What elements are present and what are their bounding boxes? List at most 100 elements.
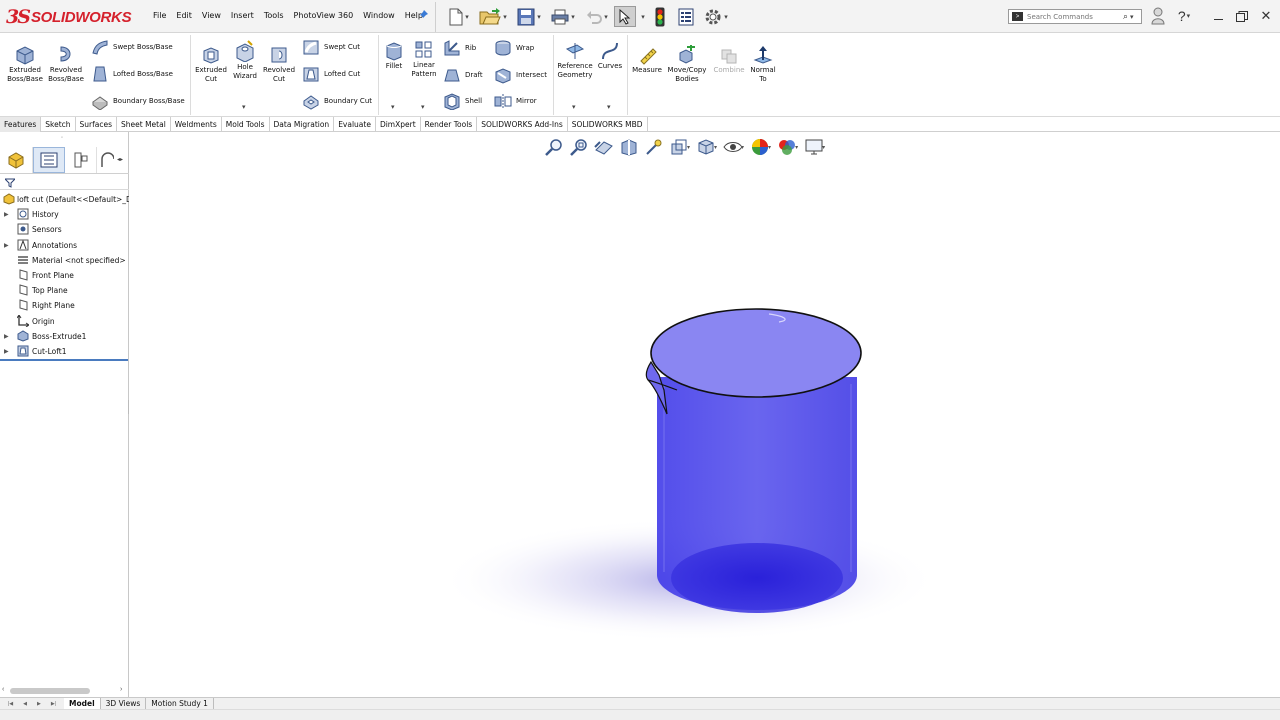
menu-tools[interactable]: Tools	[259, 11, 289, 20]
scroll-thumb[interactable]	[10, 688, 90, 694]
first-tab-icon[interactable]: |◀	[8, 701, 13, 707]
tab-3d-views[interactable]: 3D Views	[101, 698, 147, 709]
tab-sheet-metal[interactable]: Sheet Metal	[117, 117, 171, 132]
tab-data-migration[interactable]: Data Migration	[270, 117, 335, 132]
new-document-button[interactable]: ▾	[446, 6, 472, 27]
expand-arrow-icon[interactable]: ▶	[4, 242, 9, 249]
menu-view[interactable]: View	[197, 11, 226, 20]
pin-menu-icon[interactable]	[418, 10, 428, 23]
tree-item-origin[interactable]: Origin	[0, 313, 129, 329]
search-icon[interactable]: ⌕	[1123, 11, 1128, 22]
expand-arrow-icon[interactable]: ▶	[4, 348, 9, 355]
restore-button[interactable]	[1232, 8, 1252, 24]
panel-horizontal-scrollbar[interactable]: ‹ ›	[0, 686, 129, 697]
tree-item-history[interactable]: ▶ History	[0, 207, 129, 222]
rebuild-button[interactable]	[650, 6, 670, 27]
print-button[interactable]: ▾	[548, 6, 578, 27]
tab-features[interactable]: Features	[0, 117, 42, 132]
search-dropdown-icon[interactable]: ▾	[1130, 13, 1134, 21]
hole-wizard-button[interactable]: Hole Wizard	[229, 40, 261, 80]
tree-item-sensors[interactable]: Sensors	[0, 222, 129, 237]
menu-insert[interactable]: Insert	[226, 11, 259, 20]
revolved-boss-button[interactable]: Revolved Boss/Base	[46, 43, 86, 83]
select-button[interactable]	[614, 6, 636, 27]
hole-wizard-dropdown[interactable]: ▾	[242, 103, 246, 111]
swept-cut-button[interactable]: Swept Cut	[302, 38, 360, 56]
mirror-button[interactable]: Mirror	[494, 92, 537, 110]
intersect-button[interactable]: Intersect	[494, 66, 547, 84]
tree-item-cut-loft[interactable]: ▶ Cut-Loft1	[0, 344, 129, 359]
feature-manager-tab[interactable]	[0, 146, 33, 173]
tree-item-right-plane[interactable]: Right Plane	[0, 298, 129, 313]
expand-arrow-icon[interactable]: ▶	[4, 333, 9, 340]
configuration-manager-tab[interactable]	[65, 146, 97, 173]
reference-geometry-dropdown[interactable]: ▾	[572, 103, 576, 111]
tab-solidworks-mbd[interactable]: SOLIDWORKS MBD	[568, 117, 648, 132]
select-dropdown[interactable]: ▾	[637, 6, 647, 27]
draft-button[interactable]: Draft	[443, 66, 483, 84]
lofted-boss-button[interactable]: Lofted Boss/Base	[91, 65, 173, 83]
close-window-button[interactable]: ✕	[1256, 8, 1276, 24]
search-commands-input[interactable]	[1027, 10, 1123, 23]
beaker-model[interactable]	[129, 132, 1280, 697]
curves-dropdown[interactable]: ▾	[607, 103, 611, 111]
tree-item-top-plane[interactable]: Top Plane	[0, 283, 129, 298]
tab-model[interactable]: Model	[64, 698, 101, 709]
tab-scroll-arrows[interactable]: |◀ ◀ ▶ ▶|	[0, 699, 64, 709]
tab-motion-study[interactable]: Motion Study 1	[146, 698, 214, 709]
tree-filter[interactable]	[0, 176, 129, 190]
property-manager-tab[interactable]	[33, 146, 65, 173]
tab-surfaces[interactable]: Surfaces	[76, 117, 118, 132]
file-properties-button[interactable]	[675, 6, 697, 27]
extruded-cut-button[interactable]: Extruded Cut	[193, 45, 229, 83]
tab-render-tools[interactable]: Render Tools	[421, 117, 478, 132]
minimize-button[interactable]	[1208, 8, 1228, 24]
tree-item-front-plane[interactable]: Front Plane	[0, 268, 129, 283]
undo-button[interactable]: ▾	[582, 6, 612, 27]
menu-file[interactable]: File	[148, 11, 171, 20]
expand-arrow-icon[interactable]: ▶	[4, 211, 9, 218]
search-scope-icon[interactable]: >	[1012, 12, 1023, 21]
options-button[interactable]: ▾	[700, 6, 732, 27]
panel-tabs-scroll[interactable]: ◂▸	[117, 156, 123, 163]
tab-weldments[interactable]: Weldments	[171, 117, 222, 132]
prev-tab-icon[interactable]: ◀	[23, 701, 27, 707]
tree-item-material[interactable]: Material <not specified>	[0, 253, 129, 268]
tab-dimxpert[interactable]: DimXpert	[376, 117, 421, 132]
shell-button[interactable]: Shell	[443, 92, 482, 110]
tab-mold-tools[interactable]: Mold Tools	[222, 117, 270, 132]
linear-pattern-dropdown[interactable]: ▾	[421, 103, 425, 111]
fillet-dropdown[interactable]: ▾	[391, 103, 395, 111]
tree-item-boss-extrude[interactable]: ▶ Boss-Extrude1	[0, 329, 129, 344]
user-button[interactable]	[1148, 7, 1168, 25]
boundary-boss-button[interactable]: Boundary Boss/Base	[91, 92, 185, 110]
wrap-button[interactable]: Wrap	[494, 39, 534, 57]
extruded-boss-button[interactable]: Extruded Boss/Base	[5, 43, 45, 83]
dimxpert-manager-tab[interactable]	[97, 147, 117, 173]
revolved-cut-button[interactable]: Revolved Cut	[261, 45, 297, 83]
move-copy-bodies-button[interactable]: Move/Copy Bodies	[665, 45, 709, 83]
open-button[interactable]: ▾	[476, 6, 510, 27]
panel-collapse-handle[interactable]: ◦	[61, 135, 63, 141]
scroll-right-icon[interactable]: ›	[120, 686, 122, 693]
menu-window[interactable]: Window	[358, 11, 400, 20]
curves-button[interactable]: Curves	[596, 41, 624, 71]
next-tab-icon[interactable]: ▶	[37, 701, 41, 707]
scroll-left-icon[interactable]: ‹	[2, 686, 4, 693]
boundary-cut-button[interactable]: Boundary Cut	[302, 92, 372, 110]
last-tab-icon[interactable]: ▶|	[51, 701, 56, 707]
graphics-area[interactable]: ▾ ▾ ▾ ▾ ▾ ▾	[129, 132, 1280, 697]
tree-root-part[interactable]: loft cut (Default<<Default>_Di	[0, 192, 134, 207]
fillet-button[interactable]: Fillet	[382, 41, 406, 71]
linear-pattern-button[interactable]: Linear Pattern	[408, 40, 440, 78]
swept-boss-button[interactable]: Swept Boss/Base	[91, 38, 173, 56]
lofted-cut-button[interactable]: Lofted Cut	[302, 65, 360, 83]
save-button[interactable]: ▾	[513, 6, 545, 27]
tab-solidworks-addins[interactable]: SOLIDWORKS Add-Ins	[477, 117, 568, 132]
tree-item-annotations[interactable]: ▶ Annotations	[0, 238, 129, 253]
menu-photoview[interactable]: PhotoView 360	[289, 11, 359, 20]
rollback-bar[interactable]	[0, 359, 128, 361]
tab-evaluate[interactable]: Evaluate	[334, 117, 376, 132]
rib-button[interactable]: Rib	[443, 39, 476, 57]
normal-to-button[interactable]: Normal To	[747, 45, 779, 83]
